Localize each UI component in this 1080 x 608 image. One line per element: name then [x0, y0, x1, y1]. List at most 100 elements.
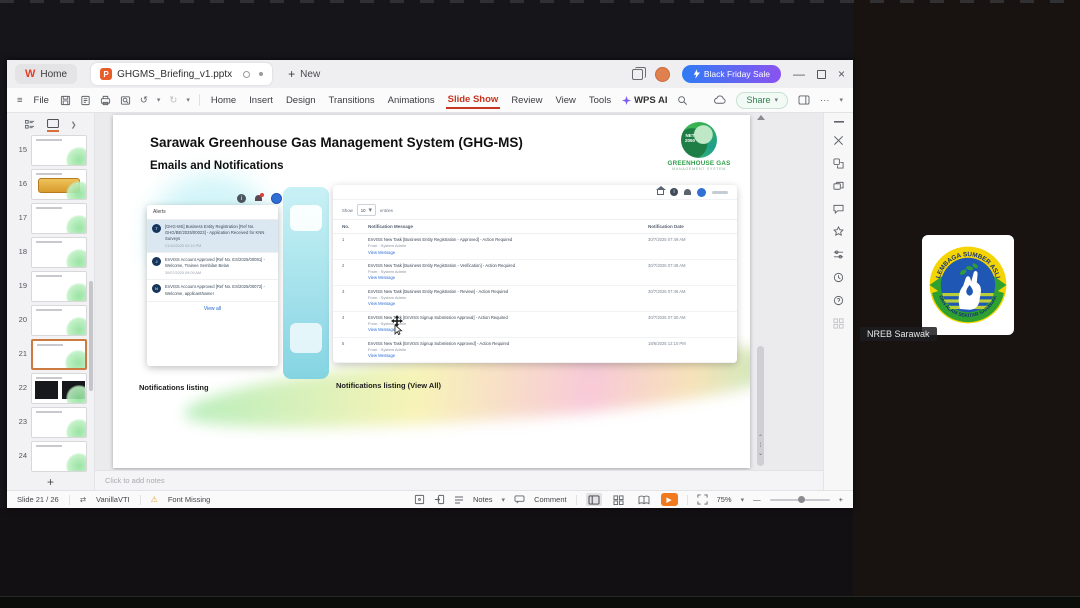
slide-thumb-24[interactable]: 24 [13, 441, 94, 472]
panel-switch-icon[interactable] [798, 95, 810, 105]
hamburger-icon[interactable]: ≡ [17, 95, 23, 106]
menu-wps-ai[interactable]: WPS AI [622, 95, 668, 106]
menu-view[interactable]: View [553, 93, 577, 108]
meeting-background-bottom [0, 508, 853, 608]
screenshare-border [0, 0, 1080, 3]
handout-icon[interactable] [434, 494, 445, 505]
tools-icon[interactable] [833, 135, 844, 146]
export-icon[interactable] [80, 95, 91, 106]
redo-icon[interactable]: ↻ [169, 95, 177, 106]
show-label: Show [342, 207, 353, 213]
apps-grid-icon[interactable] [833, 318, 844, 329]
slideshow-play-button[interactable]: ▶ [660, 493, 678, 506]
maximize-button[interactable] [816, 69, 826, 79]
outline-view-icon[interactable] [24, 119, 35, 131]
comment-panel-icon[interactable] [833, 204, 844, 214]
menu-slide-show[interactable]: Slide Show [445, 92, 501, 109]
info-icon: i [237, 194, 246, 203]
menu-animations[interactable]: Animations [386, 93, 437, 108]
slide-pane-icon[interactable] [414, 494, 425, 505]
slide-thumb-15[interactable]: 15 [13, 135, 94, 166]
close-button[interactable]: × [838, 68, 845, 80]
slide-canvas: Sarawak Greenhouse Gas Management System… [95, 113, 823, 470]
right-toolbar [823, 113, 853, 490]
slide-thumb-17[interactable]: 17 [13, 203, 94, 234]
slide-view-icon[interactable] [46, 118, 59, 132]
collapse-icon[interactable] [833, 121, 844, 123]
menu-review[interactable]: Review [509, 93, 544, 108]
account-avatar[interactable] [654, 66, 670, 82]
tab-document[interactable]: P GHGMS_Briefing_v1.pptx [91, 63, 273, 85]
slide-21[interactable]: Sarawak Greenhouse Gas Management System… [113, 115, 750, 468]
slide-sorter-button[interactable] [611, 493, 627, 506]
history-icon[interactable] [833, 272, 844, 283]
window-layout-icon[interactable] [631, 66, 646, 80]
thumbnail-scrollbar[interactable] [89, 281, 93, 391]
cloud-icon[interactable] [713, 95, 726, 105]
slide-thumb-21-selected[interactable]: 21 [13, 339, 94, 370]
zoom-out-button[interactable]: — [753, 495, 761, 504]
star-icon[interactable] [833, 226, 844, 237]
undo-icon[interactable]: ↺ [140, 95, 148, 106]
menu-tools[interactable]: Tools [587, 93, 613, 108]
menu-home[interactable]: Home [209, 93, 238, 108]
slide-thumb-20[interactable]: 20 [13, 305, 94, 336]
slide-thumb-23[interactable]: 23 [13, 407, 94, 438]
translate-icon[interactable] [833, 158, 844, 169]
zoom-slider[interactable] [769, 496, 830, 503]
view-message-link: View Message [368, 353, 396, 359]
print-preview-icon[interactable] [120, 95, 131, 106]
slide-thumb-22[interactable]: 22 [13, 373, 94, 404]
slide-thumb-19[interactable]: 19 [13, 271, 94, 302]
slide-thumb-18[interactable]: 18 [13, 237, 94, 268]
settings-sliders-icon[interactable] [833, 249, 844, 260]
help-icon[interactable] [833, 295, 844, 306]
notes-caret-icon[interactable]: ▾ [502, 496, 506, 504]
promo-button[interactable]: Black Friday Sale [681, 65, 781, 83]
fit-screen-icon[interactable] [697, 494, 708, 505]
alert-avatar: N [152, 284, 161, 294]
normal-view-button[interactable] [585, 493, 602, 506]
add-slide-button[interactable]: + [7, 475, 94, 489]
undo-caret-icon[interactable]: ▾ [157, 96, 161, 104]
tab-home[interactable]: W Home [15, 64, 78, 84]
search-icon[interactable] [677, 95, 688, 106]
menu-file[interactable]: File [32, 93, 51, 108]
slide-nav-buttons[interactable]: ⌃ ⁞ ⌄ [756, 435, 765, 458]
more-tools-caret-icon[interactable]: ▾ [186, 96, 190, 104]
notes-label[interactable]: Notes [473, 495, 493, 504]
theme-name[interactable]: VanillaVTI [96, 495, 130, 504]
doc-sync-icon[interactable] [243, 70, 251, 78]
share-label: Share [746, 95, 771, 105]
expand-panel-icon[interactable]: ❯ [71, 121, 77, 129]
canvas-scrollbar[interactable] [756, 115, 765, 466]
shapes-icon[interactable] [833, 181, 844, 192]
participant-video-tile[interactable]: LEMBAGA SUMBER ASLI DAN ALAM SEKITAR SAR… [922, 235, 1014, 335]
slide-thumb-16[interactable]: 16 [13, 169, 94, 200]
more-icon[interactable]: ··· [820, 95, 830, 106]
notes-bar[interactable]: Click to add notes [95, 470, 823, 490]
menu-design[interactable]: Design [284, 93, 318, 108]
print-icon[interactable] [100, 95, 111, 106]
reading-view-button[interactable] [636, 493, 652, 506]
save-icon[interactable] [60, 95, 71, 106]
zoom-caret-icon[interactable]: ▾ [741, 496, 745, 504]
notes-toggle[interactable] [454, 496, 464, 504]
alert-text: [GHG-MS] Business Entity Registration [R… [165, 224, 265, 242]
new-tab-button[interactable]: + New [288, 67, 320, 81]
menu-insert[interactable]: Insert [247, 93, 275, 108]
slide-number: 20 [18, 315, 27, 324]
comment-icon[interactable] [514, 495, 525, 504]
zoom-in-button[interactable]: + [839, 495, 843, 504]
share-button[interactable]: Share ▾ [736, 91, 788, 109]
minimize-button[interactable]: — [793, 68, 805, 80]
nreb-logo: LEMBAGA SUMBER ASLI DAN ALAM SEKITAR SAR… [929, 246, 1007, 324]
comment-label[interactable]: Comment [534, 495, 567, 504]
menu-transitions[interactable]: Transitions [327, 93, 377, 108]
alert-time: 30/07/2025 09:09 AM [165, 271, 202, 276]
scroll-up-icon[interactable] [756, 115, 765, 120]
collapse-ribbon-icon[interactable]: ▾ [839, 96, 843, 104]
font-missing-label[interactable]: Font Missing [168, 495, 211, 504]
zoom-level[interactable]: 75% [717, 495, 732, 504]
slide-subtitle: Emails and Notifications [150, 160, 284, 172]
